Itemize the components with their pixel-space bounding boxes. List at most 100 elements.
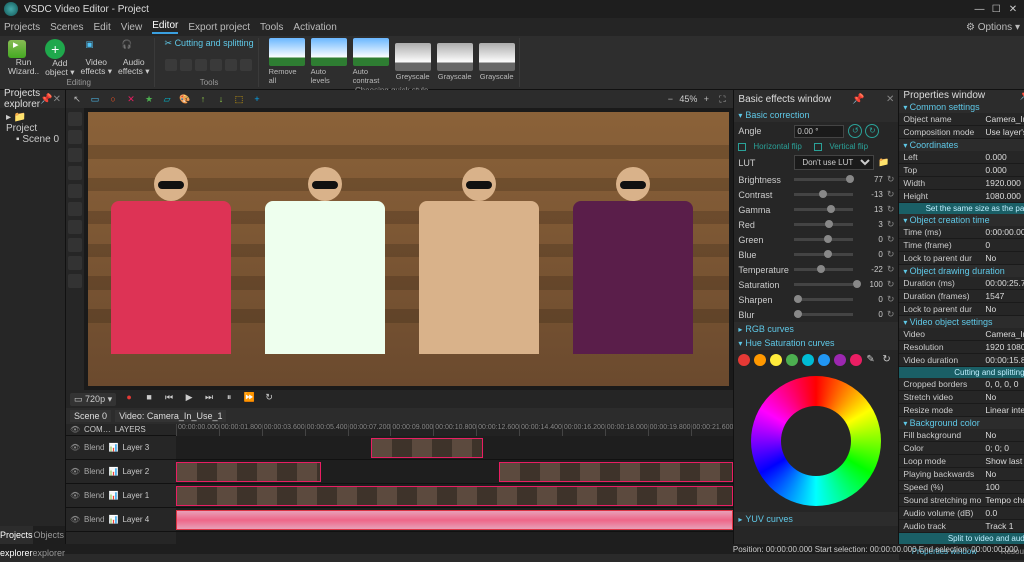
reset-icon[interactable]: ↻ bbox=[887, 189, 895, 200]
menu-view[interactable]: View bbox=[121, 22, 143, 33]
eye-icon[interactable]: 👁 bbox=[70, 467, 80, 476]
tool-icon[interactable] bbox=[210, 59, 222, 71]
video-clip[interactable] bbox=[176, 462, 321, 482]
prop-value[interactable]: 1080.000 bbox=[985, 191, 1024, 201]
sidetool-icon[interactable] bbox=[68, 256, 82, 270]
lut-folder-icon[interactable]: 📁 bbox=[878, 157, 889, 168]
style-grayscale-2[interactable]: Grayscale bbox=[437, 43, 473, 81]
cutting-splitting-button[interactable]: ✂ Cutting and splitting bbox=[165, 38, 254, 49]
record-icon[interactable]: ● bbox=[122, 392, 136, 406]
eye-icon[interactable]: 👁 bbox=[70, 425, 80, 434]
prop-value[interactable]: No bbox=[985, 469, 1024, 479]
prop-value[interactable]: Track 1 bbox=[985, 521, 1024, 531]
color-dot[interactable] bbox=[738, 354, 750, 366]
project-tree[interactable]: ▸ 📁 Project ▪ Scene 0 bbox=[0, 108, 65, 149]
reset-icon[interactable]: ↻ bbox=[887, 204, 895, 215]
minimize-button[interactable]: — bbox=[972, 4, 986, 15]
stop-icon[interactable]: ■ bbox=[142, 392, 156, 406]
color-dot[interactable] bbox=[770, 354, 782, 366]
param-slider[interactable] bbox=[794, 253, 852, 256]
param-slider[interactable] bbox=[794, 238, 852, 241]
color-wheel[interactable] bbox=[751, 376, 881, 506]
video-effects-button[interactable]: ▣ Video effects ▾ bbox=[80, 40, 112, 76]
section-coordinates[interactable]: Coordinates bbox=[899, 139, 1024, 151]
tool-down-icon[interactable]: ↓ bbox=[214, 92, 228, 106]
param-slider[interactable] bbox=[794, 283, 852, 286]
zoom-out-icon[interactable]: − bbox=[663, 92, 677, 106]
close-panel-icon[interactable]: ✕ bbox=[53, 94, 61, 105]
prop-value[interactable]: 0.000 bbox=[985, 165, 1024, 175]
prop-value[interactable]: 00:00:15.830 bbox=[985, 355, 1024, 365]
skip-icon[interactable]: ⏩ bbox=[242, 392, 256, 406]
rotate-ccw-icon[interactable]: ↺ bbox=[848, 124, 862, 138]
sidetool-icon[interactable] bbox=[68, 166, 82, 180]
prop-value[interactable]: 100 bbox=[985, 482, 1024, 492]
next-icon[interactable]: ⏭ bbox=[202, 392, 216, 406]
menu-tools[interactable]: Tools bbox=[260, 22, 283, 33]
param-slider[interactable] bbox=[794, 313, 852, 316]
prop-value[interactable]: Linear interpolation bbox=[985, 405, 1024, 415]
tool-text-icon[interactable]: ↑ bbox=[196, 92, 210, 106]
color-dot[interactable] bbox=[850, 354, 862, 366]
sidetool-icon[interactable] bbox=[68, 202, 82, 216]
prop-value[interactable]: Camera_In_Use_1 bbox=[985, 114, 1024, 124]
prop-value[interactable]: No bbox=[985, 304, 1024, 314]
section-video-object[interactable]: Video object settings bbox=[899, 316, 1024, 328]
timeline[interactable]: 👁COM… LAYERS 👁Blend 📊 Layer 3 👁Blend 📊 L… bbox=[66, 424, 733, 544]
options-button[interactable]: ⚙ Options ▾ bbox=[966, 22, 1020, 33]
tool-icon[interactable] bbox=[165, 59, 177, 71]
rotate-cw-icon[interactable]: ↻ bbox=[865, 124, 879, 138]
angle-input[interactable] bbox=[794, 125, 844, 138]
tool-add-icon[interactable]: + bbox=[250, 92, 264, 106]
reset-icon[interactable]: ↻ bbox=[887, 174, 895, 185]
color-dot[interactable] bbox=[834, 354, 846, 366]
sidetool-icon[interactable] bbox=[68, 184, 82, 198]
pause-icon[interactable]: ⏸ bbox=[222, 392, 236, 406]
sidetool-icon[interactable] bbox=[68, 274, 82, 288]
tool-star-icon[interactable]: ★ bbox=[142, 92, 156, 106]
color-dot[interactable] bbox=[786, 354, 798, 366]
section-hue-saturation[interactable]: Hue Saturation curves bbox=[734, 336, 898, 350]
tab-objects-explorer[interactable]: Objects explorer bbox=[33, 526, 66, 544]
section-bgcolor[interactable]: Background color bbox=[899, 417, 1024, 429]
prop-value[interactable]: 1547 bbox=[985, 291, 1024, 301]
tool-circle-icon[interactable]: ○ bbox=[106, 92, 120, 106]
tool-rect-icon[interactable]: ▭ bbox=[88, 92, 102, 106]
param-slider[interactable] bbox=[794, 178, 852, 181]
reset-icon[interactable]: ↻ bbox=[887, 234, 895, 245]
sidetool-icon[interactable] bbox=[68, 220, 82, 234]
timeline-video-tab[interactable]: Video: Camera_In_Use_1 bbox=[115, 410, 226, 422]
reset-icon[interactable]: ↻ bbox=[887, 294, 895, 305]
video-clip[interactable] bbox=[371, 438, 482, 458]
style-auto-levels[interactable]: Auto levels bbox=[311, 38, 347, 85]
tool-icon[interactable] bbox=[195, 59, 207, 71]
timeline-ruler[interactable]: 00:00:00.00000:00:01.80000:00:03.60000:0… bbox=[176, 424, 733, 436]
reset-icon[interactable]: ↻ bbox=[887, 219, 895, 230]
eye-icon[interactable]: 👁 bbox=[70, 491, 80, 500]
menu-projects[interactable]: Projects bbox=[4, 22, 40, 33]
reset-icon[interactable]: ↻ bbox=[887, 264, 895, 275]
prop-value[interactable]: Use layer's properties bbox=[985, 127, 1024, 137]
pencil-icon[interactable]: ✎ bbox=[866, 354, 878, 366]
color-dot[interactable] bbox=[802, 354, 814, 366]
color-dot[interactable] bbox=[754, 354, 766, 366]
prop-value[interactable]: 0.000 bbox=[985, 152, 1024, 162]
zoom-in-icon[interactable]: + bbox=[699, 92, 713, 106]
prop-value[interactable]: No bbox=[985, 392, 1024, 402]
menu-edit[interactable]: Edit bbox=[93, 22, 110, 33]
section-basic-correction[interactable]: Basic correction bbox=[734, 108, 898, 122]
prev-icon[interactable]: ⏮ bbox=[162, 392, 176, 406]
sidetool-icon[interactable] bbox=[68, 238, 82, 252]
param-slider[interactable] bbox=[794, 298, 852, 301]
section-common[interactable]: Common settings bbox=[899, 101, 1024, 113]
eye-icon[interactable]: 👁 bbox=[70, 515, 80, 524]
pin-icon[interactable]: 📌 bbox=[1020, 90, 1024, 101]
style-remove-all[interactable]: Remove all bbox=[269, 38, 305, 85]
tool-icon[interactable] bbox=[180, 59, 192, 71]
split-va-button[interactable]: Split to video and audio bbox=[899, 533, 1024, 544]
cut-split-button[interactable]: Cutting and splitting bbox=[899, 367, 1024, 378]
lut-select[interactable]: Don't use LUT bbox=[794, 155, 874, 170]
menu-scenes[interactable]: Scenes bbox=[50, 22, 83, 33]
tool-icon[interactable] bbox=[240, 59, 252, 71]
section-drawing[interactable]: Object drawing duration bbox=[899, 265, 1024, 277]
